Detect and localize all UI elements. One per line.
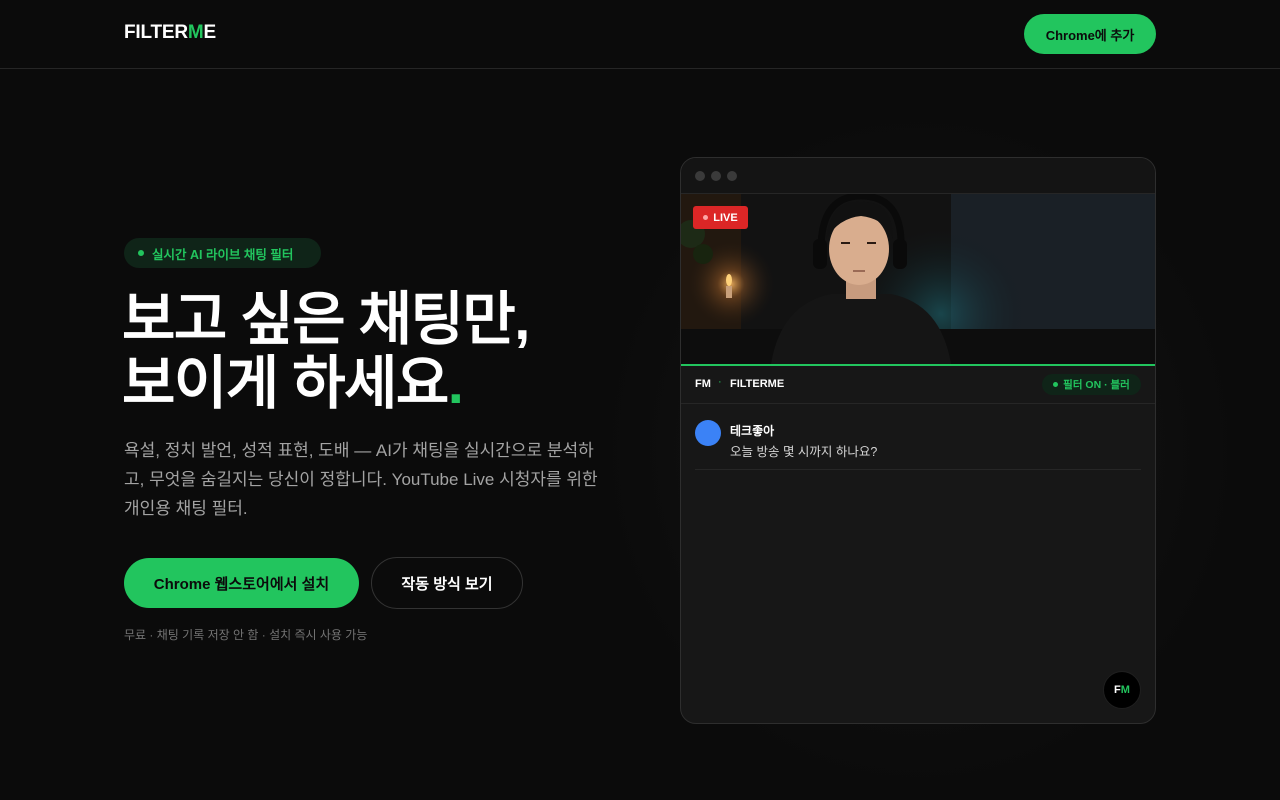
- hero-description: 욕설, 정치 발언, 성적 표현, 도배 — AI가 채팅을 실시간으로 분석하…: [124, 441, 598, 518]
- how-it-works-button[interactable]: 작동 방식 보기: [371, 557, 523, 609]
- chat-message-text: 오늘 방송 몇 시까지 하나요?: [730, 445, 878, 459]
- chat-channel-name: FILTERME: [730, 378, 785, 390]
- add-to-chrome-button[interactable]: Chrome에 추가: [1024, 14, 1156, 54]
- realtime-badge: 실시간 AI 라이브 채팅 필터: [124, 238, 321, 268]
- logo[interactable]: FILTERME: [124, 22, 216, 44]
- browser-mockup: LIVE FM · FILTERME 필터 ON · 블러 테크좋아 오늘 방송…: [680, 157, 1156, 724]
- filter-status-label: 필터 ON · 블러: [1063, 379, 1130, 391]
- live-badge: LIVE: [693, 206, 748, 229]
- live-label: LIVE: [713, 211, 738, 224]
- filter-dot-icon: [1053, 382, 1059, 387]
- logo-prefix: FILTER: [124, 22, 188, 43]
- chat-username: 테크좋아: [730, 424, 775, 438]
- chat-brand: FM: [695, 378, 711, 390]
- chat-message: 테크좋아 오늘 방송 몇 시까지 하나요?: [695, 404, 1141, 470]
- live-dot-icon: [703, 215, 709, 220]
- fab-prefix: F: [1114, 684, 1121, 696]
- badge-label: 실시간 AI 라이브 채팅 필터: [152, 247, 294, 262]
- logo-suffix: E: [203, 22, 217, 43]
- status-dot-icon: [138, 250, 144, 256]
- headline-line-1: 보고 싶은 채팅만,: [122, 287, 530, 352]
- window-titlebar: [681, 158, 1155, 194]
- chat-header-separator: ·: [718, 376, 722, 388]
- filterme-floating-button[interactable]: FM: [1103, 671, 1141, 709]
- hero-footnote: 무료 · 채팅 기록 저장 안 함 · 설치 즉시 사용 가능: [124, 628, 368, 642]
- filter-status-toggle[interactable]: 필터 ON · 블러: [1042, 374, 1141, 395]
- headline-line-2: 보이게 하세요: [122, 351, 449, 416]
- logo-accent: M: [187, 22, 204, 43]
- live-video-preview: LIVE: [681, 194, 1155, 364]
- streamer-illustration: [681, 194, 1155, 364]
- top-nav: FILTERME Chrome에 추가: [0, 0, 1280, 69]
- avatar: [695, 420, 721, 446]
- chat-header: FM · FILTERME 필터 ON · 블러: [681, 366, 1155, 404]
- headline-accent-dot: .: [447, 351, 464, 416]
- window-dot-icon: [711, 171, 721, 181]
- fab-accent: M: [1120, 684, 1130, 696]
- install-webstore-button[interactable]: Chrome 웹스토어에서 설치: [124, 558, 359, 608]
- window-dot-icon: [727, 171, 737, 181]
- hero-headline: 보고 싶은 채팅만, 보이게 하세요.: [122, 288, 642, 416]
- window-dot-icon: [695, 171, 705, 181]
